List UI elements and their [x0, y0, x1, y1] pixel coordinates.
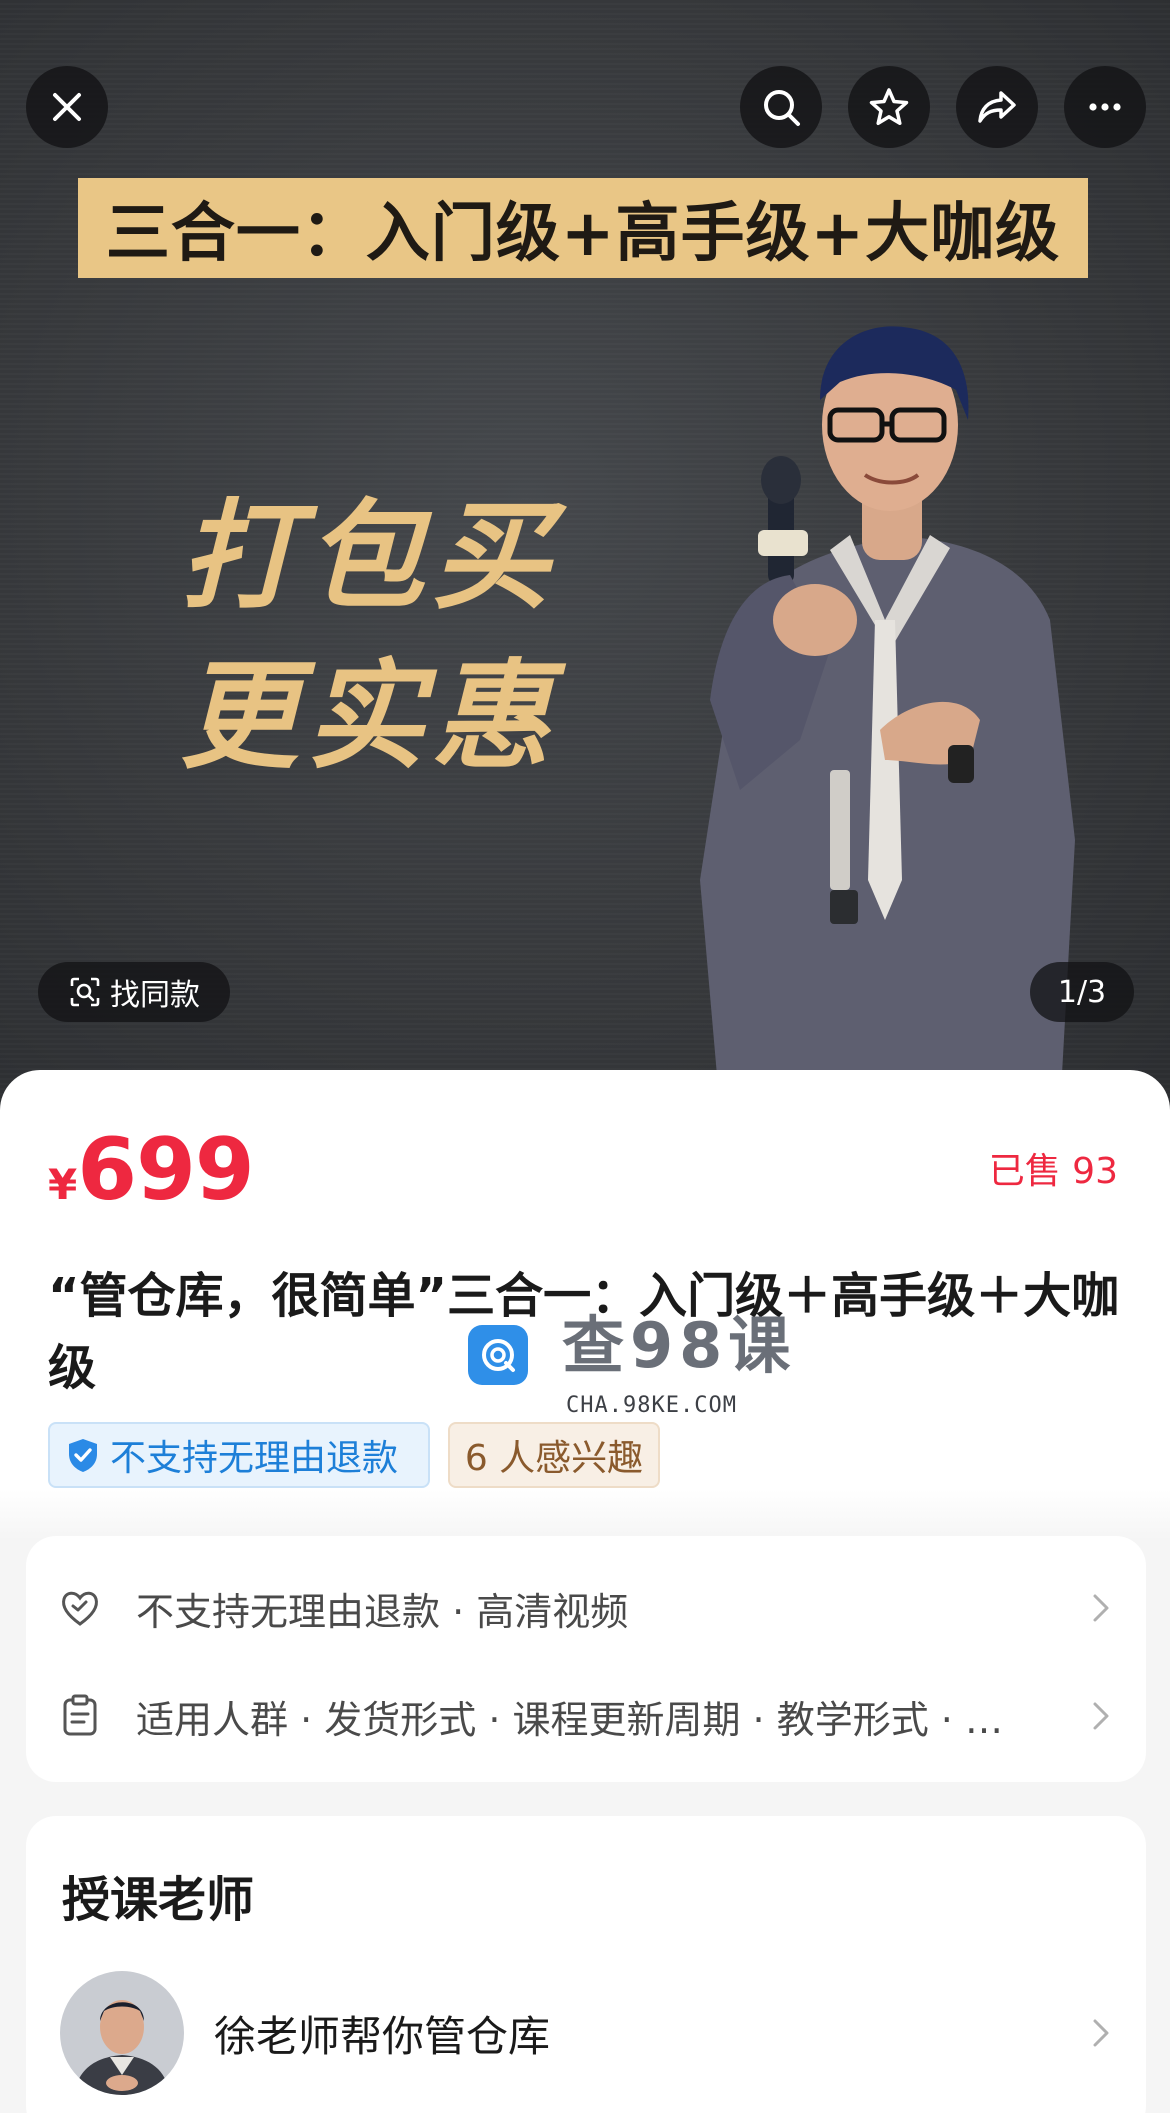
price-value: 699 [77, 1120, 255, 1220]
watermark-text: 查98课 [562, 1309, 797, 1382]
more-button[interactable] [1064, 66, 1146, 148]
service-row[interactable]: 不支持无理由退款 · 高清视频 [56, 1568, 1116, 1648]
watermark-url: CHA.98KE.COM [566, 1393, 737, 1418]
close-button[interactable] [26, 66, 108, 148]
share-button[interactable] [956, 66, 1038, 148]
scan-search-icon [70, 977, 100, 1007]
params-row[interactable]: 适用人群 · 发货形式 · 课程更新周期 · 教学形式 · … [56, 1676, 1116, 1756]
price: ¥699 [48, 1120, 255, 1220]
close-icon [53, 93, 81, 121]
favorite-button[interactable] [848, 66, 930, 148]
find-similar-button[interactable]: 找同款 [38, 962, 230, 1022]
product-detail-sheet: ¥699 已售 93 “管仓库，很简单”三合一：入门级＋高手级＋大咖级 查98课… [0, 1070, 1170, 2113]
share-icon [978, 91, 1016, 123]
product-image-carousel[interactable]: 三合一：入门级+高手级+大咖级 打包买 更实惠 找同款 1/3 [0, 0, 1170, 1110]
watermark-logo-icon [482, 1339, 515, 1372]
promo-banner: 三合一：入门级+高手级+大咖级 [78, 178, 1088, 278]
price-currency: ¥ [48, 1160, 78, 1209]
teacher-row[interactable]: 徐老师帮你管仓库 [60, 1971, 1116, 2095]
teacher-section-title: 授课老师 [62, 1872, 255, 1928]
params-row-text: 适用人群 · 发货形式 · 课程更新周期 · 教学形式 · … [136, 1697, 1003, 1742]
heart-shield-icon [62, 1591, 98, 1626]
watermark-logo [468, 1325, 528, 1385]
star-icon [869, 88, 909, 126]
promo-banner-text: 三合一：入门级+高手级+大咖级 [105, 197, 1061, 271]
search-button[interactable] [740, 66, 822, 148]
teacher-avatar[interactable] [60, 1971, 184, 2095]
image-page-counter: 1/3 [1030, 962, 1134, 1022]
search-icon [764, 90, 800, 126]
refund-policy-label: 不支持无理由退款 [110, 1438, 399, 1479]
teacher-card: 授课老师 徐老师帮你管仓库 [26, 1816, 1146, 2113]
chevron-right-icon [1093, 1594, 1109, 1622]
refund-policy-tag[interactable]: 不支持无理由退款 [48, 1422, 430, 1488]
chevron-right-icon [1093, 1702, 1109, 1730]
find-similar-label: 找同款 [110, 978, 200, 1013]
slogan-line-1: 打包买 [180, 487, 559, 625]
service-info-card: 不支持无理由退款 · 高清视频 适用人群 · 发货形式 · 课程更新周期 · 教… [26, 1536, 1146, 1782]
slogan-line-2: 更实惠 [180, 647, 559, 785]
interest-count-tag: 6 人感兴趣 [448, 1422, 660, 1488]
shield-check-icon [69, 1439, 97, 1472]
service-row-text: 不支持无理由退款 · 高清视频 [136, 1589, 629, 1634]
sold-count: 已售 93 [988, 1151, 1118, 1192]
more-icon [1089, 103, 1121, 111]
chevron-right-icon [1093, 2019, 1109, 2047]
clipboard-icon [63, 1694, 97, 1736]
teacher-name: 徐老师帮你管仓库 [214, 2011, 551, 2061]
